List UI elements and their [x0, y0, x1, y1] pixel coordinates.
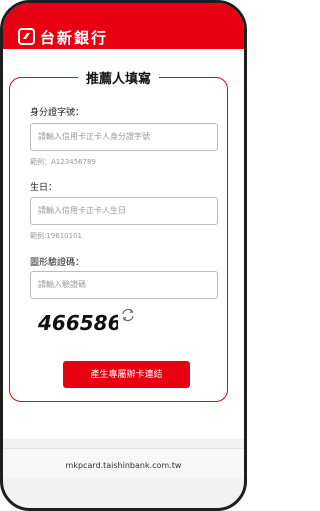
- phone-frame: 台新銀行 推薦人填寫 身分證字號： 請輸入信用卡正卡人身分證字號 範例：A123…: [0, 0, 247, 511]
- birthday-input[interactable]: 請輸入信用卡正卡人生日: [30, 197, 218, 225]
- captcha-image: 466586: [37, 311, 118, 335]
- birthday-hint: 範例:19610101: [30, 232, 82, 240]
- birthday-label: 生日：: [30, 183, 58, 193]
- id-number-hint: 範例：A123456789: [30, 158, 96, 166]
- captcha-input[interactable]: 請輸入驗證碼: [30, 271, 218, 299]
- id-number-label: 身分證字號：: [30, 108, 85, 118]
- taishin-logo-icon: [18, 28, 35, 45]
- form-title: 推薦人填寫: [77, 68, 159, 87]
- svg-text:466586: 466586: [37, 311, 118, 335]
- page-url: mkpcard.taishinbank.com.tw: [65, 461, 182, 470]
- generate-link-button[interactable]: 產生專屬辦卡連結: [63, 361, 190, 388]
- browser-address-bar: mkpcard.taishinbank.com.tw: [3, 448, 244, 478]
- captcha-label: 圖形驗證碼：: [30, 258, 85, 268]
- id-number-input[interactable]: 請輸入信用卡正卡人身分證字號: [30, 123, 218, 151]
- refresh-captcha-icon[interactable]: [120, 307, 136, 323]
- app-header: 台新銀行: [3, 3, 244, 49]
- brand-name: 台新銀行: [40, 29, 109, 47]
